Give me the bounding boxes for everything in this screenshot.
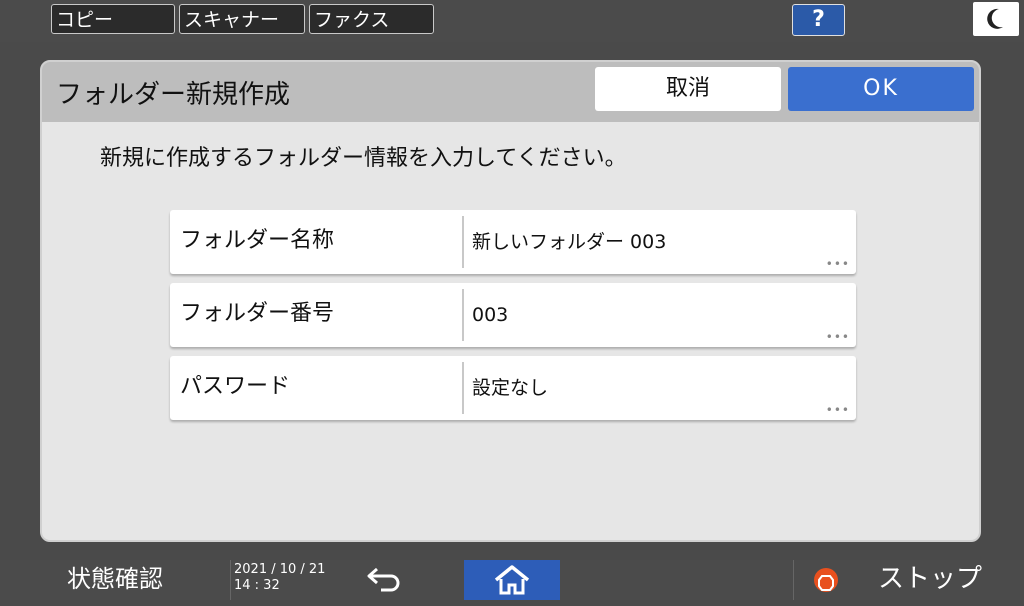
dialog-title: フォルダー新規作成 [56, 80, 291, 110]
time-text: 14 : 32 [234, 578, 280, 593]
date-text: 2021 / 10 / 21 [234, 562, 326, 577]
folder-name-field[interactable]: フォルダー名称 新しいフォルダー 003 ••• [170, 210, 856, 274]
field-label: パスワード [180, 374, 291, 399]
cancel-button[interactable]: 取消 [595, 67, 781, 111]
field-label: フォルダー番号 [180, 301, 335, 326]
stop-button[interactable]: ストップ [794, 560, 1024, 600]
copy-mode-button[interactable]: コピー [51, 4, 175, 34]
back-arrow-icon [367, 567, 400, 592]
stop-icon [814, 568, 838, 592]
more-icon: ••• [825, 330, 850, 344]
instruction-text: 新規に作成するフォルダー情報を入力してください。 [100, 146, 627, 171]
check-status-button[interactable]: 状態確認 [0, 560, 230, 600]
folder-number-field[interactable]: フォルダー番号 003 ••• [170, 283, 856, 347]
scanner-mode-button[interactable]: スキャナー [179, 4, 305, 34]
top-bar: コピー スキャナー ファクス ? [0, 0, 1024, 42]
help-button[interactable]: ? [792, 4, 845, 36]
ok-button[interactable]: OK [788, 67, 974, 111]
more-icon: ••• [825, 257, 850, 271]
password-field[interactable]: パスワード 設定なし ••• [170, 356, 856, 420]
field-divider [462, 362, 464, 414]
field-label: フォルダー名称 [180, 228, 335, 253]
bottom-bar: 状態確認 2021 / 10 / 21 14 : 32 ストップ [0, 560, 1024, 600]
field-divider [462, 216, 464, 268]
dialog-header: フォルダー新規作成 取消 OK [42, 62, 979, 122]
home-button[interactable] [464, 560, 560, 600]
field-value: 003 [472, 304, 509, 326]
more-icon: ••• [825, 403, 850, 417]
divider [230, 560, 231, 600]
field-value: 新しいフォルダー 003 [472, 231, 667, 253]
moon-icon [987, 8, 1003, 29]
new-folder-dialog: フォルダー新規作成 取消 OK 新規に作成するフォルダー情報を入力してください。… [40, 60, 981, 542]
field-divider [462, 289, 464, 341]
stop-label: ストップ [878, 564, 983, 594]
back-button[interactable] [340, 560, 430, 600]
field-value: 設定なし [472, 377, 549, 399]
date-time-display: 2021 / 10 / 21 14 : 32 [234, 562, 325, 594]
energy-saver-button[interactable] [973, 2, 1019, 36]
home-icon [494, 565, 530, 595]
fax-mode-button[interactable]: ファクス [309, 4, 434, 34]
